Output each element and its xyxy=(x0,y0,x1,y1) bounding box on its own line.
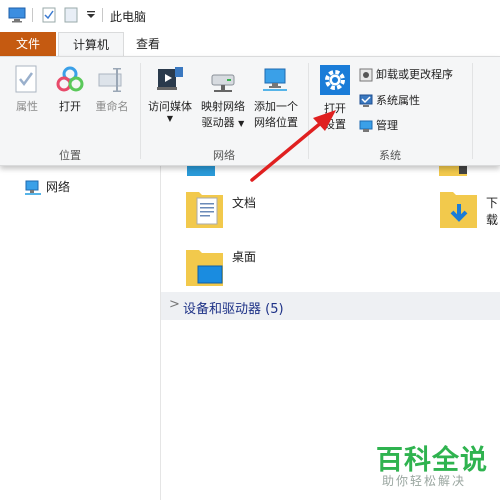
rename-button[interactable]: 重命名 xyxy=(92,65,132,115)
devices-section-label: 设备和驱动器 (5) xyxy=(183,302,284,317)
group-label-network: 网络 xyxy=(213,149,235,162)
network-icon xyxy=(25,180,41,195)
system-properties-icon xyxy=(359,94,373,107)
title-bar: 此电脑 xyxy=(0,0,500,30)
group-label-system: 系统 xyxy=(379,149,401,162)
desktop-label: 桌面 xyxy=(232,250,257,264)
desktop-folder[interactable] xyxy=(185,244,225,291)
media-icon xyxy=(157,67,183,90)
manage-button[interactable]: 管理 xyxy=(359,118,398,134)
add-network-location-button[interactable]: 添加一个 网络位置 xyxy=(250,65,302,131)
computer-icon[interactable] xyxy=(8,7,26,26)
network-drive-icon xyxy=(211,74,235,92)
properties-button[interactable]: 属性 xyxy=(8,65,46,115)
manage-label: 管理 xyxy=(376,119,398,132)
map-drive-label-2: 驱动器 xyxy=(201,116,235,129)
nav-item-label: 网络 xyxy=(46,180,71,194)
open-settings-label-1: 打开 xyxy=(324,102,346,115)
uninstall-programs-button[interactable]: 卸载或更改程序 xyxy=(359,67,453,83)
rename-icon xyxy=(98,68,122,92)
properties-label: 属性 xyxy=(16,100,38,113)
window-title: 此电脑 xyxy=(110,10,147,24)
access-media-button[interactable]: 访问媒体 ▼ xyxy=(144,65,196,123)
group-divider xyxy=(140,63,141,159)
system-properties-label: 系统属性 xyxy=(376,94,420,107)
add-location-label-1: 添加一个 xyxy=(254,100,298,113)
ribbon-tabs: 文件 计算机 查看 xyxy=(0,30,500,58)
documents-folder[interactable] xyxy=(185,186,225,233)
open-settings-label-2: 设置 xyxy=(324,118,346,131)
tab-view[interactable]: 查看 xyxy=(132,32,164,57)
tab-computer[interactable]: 计算机 xyxy=(58,32,124,58)
group-divider xyxy=(308,63,309,159)
chevron-down-icon: ▼ xyxy=(166,114,174,123)
uninstall-label: 卸载或更改程序 xyxy=(376,68,453,81)
open-button[interactable]: 打开 xyxy=(52,65,88,115)
divider xyxy=(102,8,103,22)
open-settings-button[interactable]: 打开 设置 xyxy=(314,65,356,133)
access-media-label: 访问媒体 xyxy=(148,100,192,113)
group-label-location: 位置 xyxy=(59,149,81,162)
divider xyxy=(32,8,33,22)
documents-label: 文档 xyxy=(232,196,257,210)
chevron-right-icon: > xyxy=(169,297,180,312)
manage-icon xyxy=(359,120,373,132)
open-label: 打开 xyxy=(59,100,81,113)
downloads-label: 下载 xyxy=(486,196,499,227)
group-divider xyxy=(472,63,473,159)
network-location-icon xyxy=(263,68,287,91)
properties-icon xyxy=(15,65,37,93)
properties-quick-icon[interactable] xyxy=(42,7,56,26)
partial-folder-icon[interactable] xyxy=(187,164,217,181)
partial-folder-icon[interactable] xyxy=(439,164,469,181)
desktop-folder-icon xyxy=(186,250,223,286)
customize-quick-access-icon[interactable] xyxy=(86,9,96,23)
watermark-subtitle: 助你轻松解决 xyxy=(382,474,467,488)
map-network-drive-button[interactable]: 映射网络 驱动器 ▼ xyxy=(197,65,249,132)
documents-folder-icon xyxy=(186,192,223,228)
open-icon xyxy=(56,66,84,92)
navigation-pane: 网络 xyxy=(0,164,161,500)
system-properties-button[interactable]: 系统属性 xyxy=(359,93,420,109)
tab-file[interactable]: 文件 xyxy=(0,32,56,57)
devices-section-header[interactable]: > 设备和驱动器 (5) xyxy=(161,292,500,320)
new-folder-quick-icon[interactable] xyxy=(64,7,78,26)
nav-item-network[interactable]: 网络 xyxy=(24,178,70,196)
gear-icon xyxy=(320,65,350,95)
ribbon: 属性 打开 重命名 位置 访问媒体 ▼ 映射网络 驱动器 ▼ 添加一个 网络位置… xyxy=(0,56,500,166)
chevron-down-icon: ▼ xyxy=(238,119,245,128)
rename-label: 重命名 xyxy=(95,100,129,113)
map-drive-label-1: 映射网络 xyxy=(201,100,245,113)
add-location-label-2: 网络位置 xyxy=(254,116,298,129)
downloads-folder-icon xyxy=(440,192,477,228)
programs-icon xyxy=(359,68,373,82)
downloads-folder[interactable] xyxy=(439,186,479,233)
